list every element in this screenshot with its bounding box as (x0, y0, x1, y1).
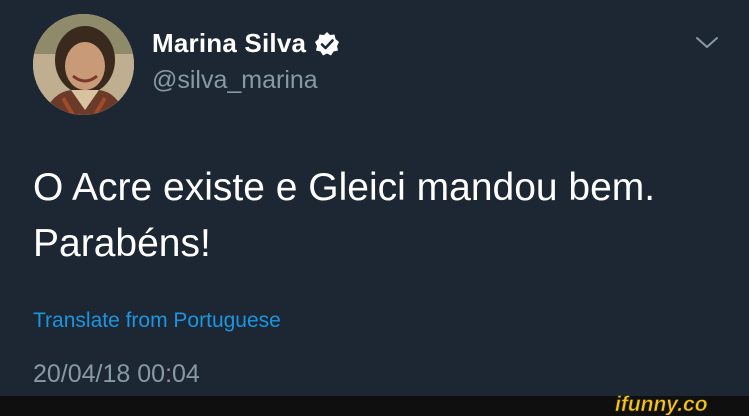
avatar[interactable] (33, 14, 134, 115)
translate-link[interactable]: Translate from Portuguese (33, 309, 281, 333)
avatar-image (33, 14, 134, 115)
watermark-text: ifunny.co (615, 393, 708, 415)
tweet-text-line: Parabéns! (33, 222, 211, 265)
tweet-text-line: O Acre existe e Gleici mandou bem. (33, 166, 656, 209)
tweet-text: O Acre existe e Gleici mandou bem. Parab… (33, 160, 723, 272)
author-handle[interactable]: @silva_marina (152, 66, 318, 95)
verified-badge-icon (314, 31, 340, 57)
tweet-timestamp[interactable]: 20/04/18 00:04 (33, 360, 200, 389)
author-row[interactable]: Marina Silva (152, 28, 340, 59)
author-name[interactable]: Marina Silva (152, 28, 306, 59)
tweet-card: Marina Silva @silva_marina O Acre existe… (0, 0, 749, 396)
ifunny-watermark-logo: ifunny.co (615, 393, 708, 415)
chevron-down-icon[interactable] (694, 32, 720, 52)
